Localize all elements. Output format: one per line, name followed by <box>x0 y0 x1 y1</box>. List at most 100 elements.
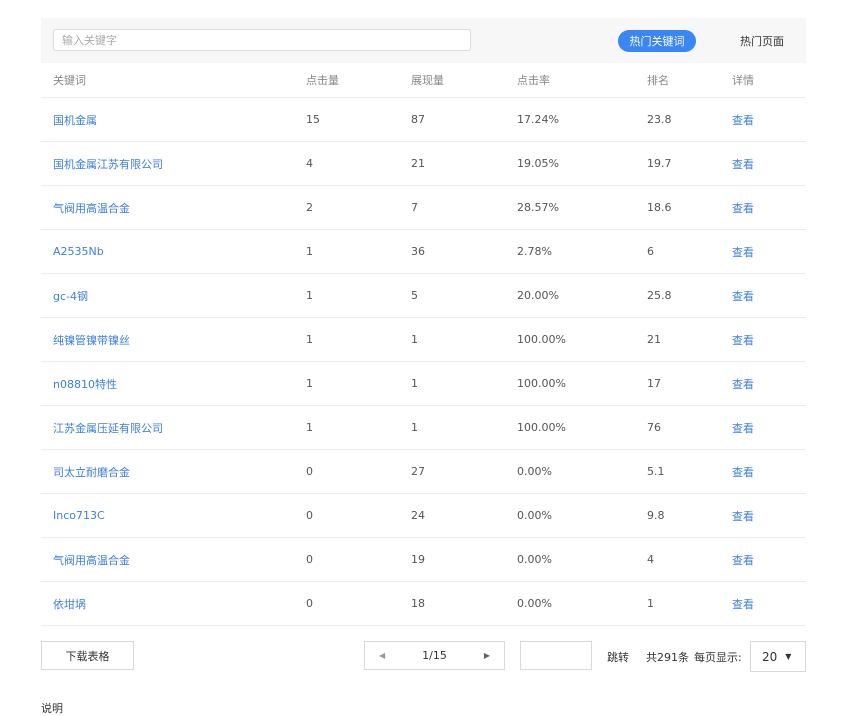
caret-down-icon: ▼ <box>785 652 792 661</box>
column-header-impressions: 展现量 <box>399 63 505 98</box>
keyword-link[interactable]: Inco713C <box>41 493 294 538</box>
keyword-link[interactable]: 纯镍管镍带镍丝 <box>41 317 294 362</box>
per-page-select[interactable]: 20 ▼ <box>750 641 806 672</box>
keyword-link[interactable]: 国机金属江苏有限公司 <box>41 141 294 186</box>
rank-cell: 6 <box>635 229 720 274</box>
toolbar: 热门关键词 热门页面 <box>41 18 806 63</box>
table-row: 气阀用高温合金 2 7 28.57% 18.6 查看 <box>41 185 806 230</box>
rank-cell: 19.7 <box>635 141 720 186</box>
impressions-cell: 21 <box>399 141 505 186</box>
rank-cell: 17 <box>635 361 720 406</box>
view-detail-link[interactable]: 查看 <box>720 317 806 362</box>
per-page-value: 20 <box>762 649 778 664</box>
table-row: gc-4钢 1 5 20.00% 25.8 查看 <box>41 273 806 318</box>
impressions-cell: 1 <box>399 361 505 406</box>
table-row: A2535Nb 1 36 2.78% 6 查看 <box>41 229 806 274</box>
clicks-cell: 1 <box>294 317 399 362</box>
rank-cell: 5.1 <box>635 449 720 494</box>
pagination: ◀ 1/15 ▶ <box>364 641 505 670</box>
page-indicator: 1/15 <box>422 649 447 662</box>
impressions-cell: 1 <box>399 405 505 450</box>
table-row: 依坩埚 0 18 0.00% 1 查看 <box>41 581 806 626</box>
table-row: 纯镍管镍带镍丝 1 1 100.00% 21 查看 <box>41 317 806 362</box>
view-detail-link[interactable]: 查看 <box>720 537 806 582</box>
view-detail-link[interactable]: 查看 <box>720 493 806 538</box>
column-header-clicks: 点击量 <box>294 63 399 98</box>
impressions-cell: 5 <box>399 273 505 318</box>
keyword-link[interactable]: 江苏金属压延有限公司 <box>41 405 294 450</box>
clicks-cell: 1 <box>294 405 399 450</box>
jump-page-input[interactable] <box>520 641 592 670</box>
ctr-cell: 0.00% <box>505 581 635 626</box>
view-detail-link[interactable]: 查看 <box>720 273 806 318</box>
tab-hot-pages[interactable]: 热门页面 <box>724 30 800 52</box>
keyword-link[interactable]: 气阀用高温合金 <box>41 537 294 582</box>
clicks-cell: 1 <box>294 361 399 406</box>
keyword-link[interactable]: gc-4钢 <box>41 273 294 318</box>
clicks-cell: 4 <box>294 141 399 186</box>
ctr-cell: 28.57% <box>505 185 635 230</box>
impressions-cell: 7 <box>399 185 505 230</box>
ctr-cell: 100.00% <box>505 317 635 362</box>
ctr-cell: 100.00% <box>505 405 635 450</box>
view-detail-link[interactable]: 查看 <box>720 405 806 450</box>
per-page-label: 每页显示: <box>694 651 742 664</box>
view-detail-link[interactable]: 查看 <box>720 361 806 406</box>
rank-cell: 23.8 <box>635 97 720 142</box>
table-row: 气阀用高温合金 0 19 0.00% 4 查看 <box>41 537 806 582</box>
ctr-cell: 0.00% <box>505 493 635 538</box>
column-header-ctr: 点击率 <box>505 63 635 98</box>
keyword-link[interactable]: 气阀用高温合金 <box>41 185 294 230</box>
ctr-cell: 17.24% <box>505 97 635 142</box>
clicks-cell: 15 <box>294 97 399 142</box>
jump-button[interactable]: 跳转 <box>607 649 629 665</box>
keyword-table: 关键词 点击量 展现量 点击率 排名 详情 国机金属 15 87 17.24% 23.8… <box>41 63 806 626</box>
keyword-link[interactable]: 司太立耐磨合金 <box>41 449 294 494</box>
column-header-rank: 排名 <box>635 63 720 98</box>
keyword-link[interactable]: n08810特性 <box>41 361 294 406</box>
keyword-link[interactable]: A2535Nb <box>41 229 294 274</box>
view-detail-link[interactable]: 查看 <box>720 581 806 626</box>
view-detail-link[interactable]: 查看 <box>720 449 806 494</box>
next-page-icon[interactable]: ▶ <box>484 651 490 660</box>
clicks-cell: 0 <box>294 537 399 582</box>
impressions-cell: 27 <box>399 449 505 494</box>
rank-cell: 4 <box>635 537 720 582</box>
view-detail-link[interactable]: 查看 <box>720 97 806 142</box>
clicks-cell: 0 <box>294 449 399 494</box>
keyword-panel: 热门关键词 热门页面 关键词 点击量 展现量 点击率 排名 详情 国机金属158… <box>41 18 806 626</box>
rank-cell: 1 <box>635 581 720 626</box>
table-row: 国机金属 15 87 17.24% 23.8 查看 <box>41 97 806 142</box>
table-footer: 下载表格 ◀ 1/15 ▶ 跳转 共291条 每页显示: 20 ▼ <box>41 641 806 672</box>
clicks-cell: 1 <box>294 273 399 318</box>
keyword-link[interactable]: 依坩埚 <box>41 581 294 626</box>
view-detail-link[interactable]: 查看 <box>720 185 806 230</box>
impressions-cell: 19 <box>399 537 505 582</box>
table-row: 司太立耐磨合金 0 27 0.00% 5.1 查看 <box>41 449 806 494</box>
download-table-button[interactable]: 下载表格 <box>41 641 134 670</box>
search-input[interactable] <box>53 29 471 51</box>
clicks-cell: 0 <box>294 493 399 538</box>
tab-hot-keywords[interactable]: 热门关键词 <box>618 30 696 52</box>
impressions-cell: 1 <box>399 317 505 362</box>
rank-cell: 18.6 <box>635 185 720 230</box>
table-header-row: 关键词 点击量 展现量 点击率 排名 详情 <box>41 63 806 98</box>
ctr-cell: 20.00% <box>505 273 635 318</box>
table-row: 江苏金属压延有限公司 1 1 100.00% 76 查看 <box>41 405 806 450</box>
view-detail-link[interactable]: 查看 <box>720 229 806 274</box>
prev-page-icon[interactable]: ◀ <box>379 651 385 660</box>
column-header-keyword: 关键词 <box>41 63 294 98</box>
impressions-cell: 87 <box>399 97 505 142</box>
ctr-cell: 19.05% <box>505 141 635 186</box>
clicks-cell: 0 <box>294 581 399 626</box>
ctr-cell: 100.00% <box>505 361 635 406</box>
rank-cell: 25.8 <box>635 273 720 318</box>
view-detail-link[interactable]: 查看 <box>720 141 806 186</box>
ctr-cell: 2.78% <box>505 229 635 274</box>
table-row: Inco713C 0 24 0.00% 9.8 查看 <box>41 493 806 538</box>
keyword-link[interactable]: 国机金属 <box>41 97 294 142</box>
impressions-cell: 18 <box>399 581 505 626</box>
table-row: n08810特性 1 1 100.00% 17 查看 <box>41 361 806 406</box>
column-header-detail: 详情 <box>720 63 806 98</box>
table-row: 国机金属江苏有限公司 4 21 19.05% 19.7 查看 <box>41 141 806 186</box>
